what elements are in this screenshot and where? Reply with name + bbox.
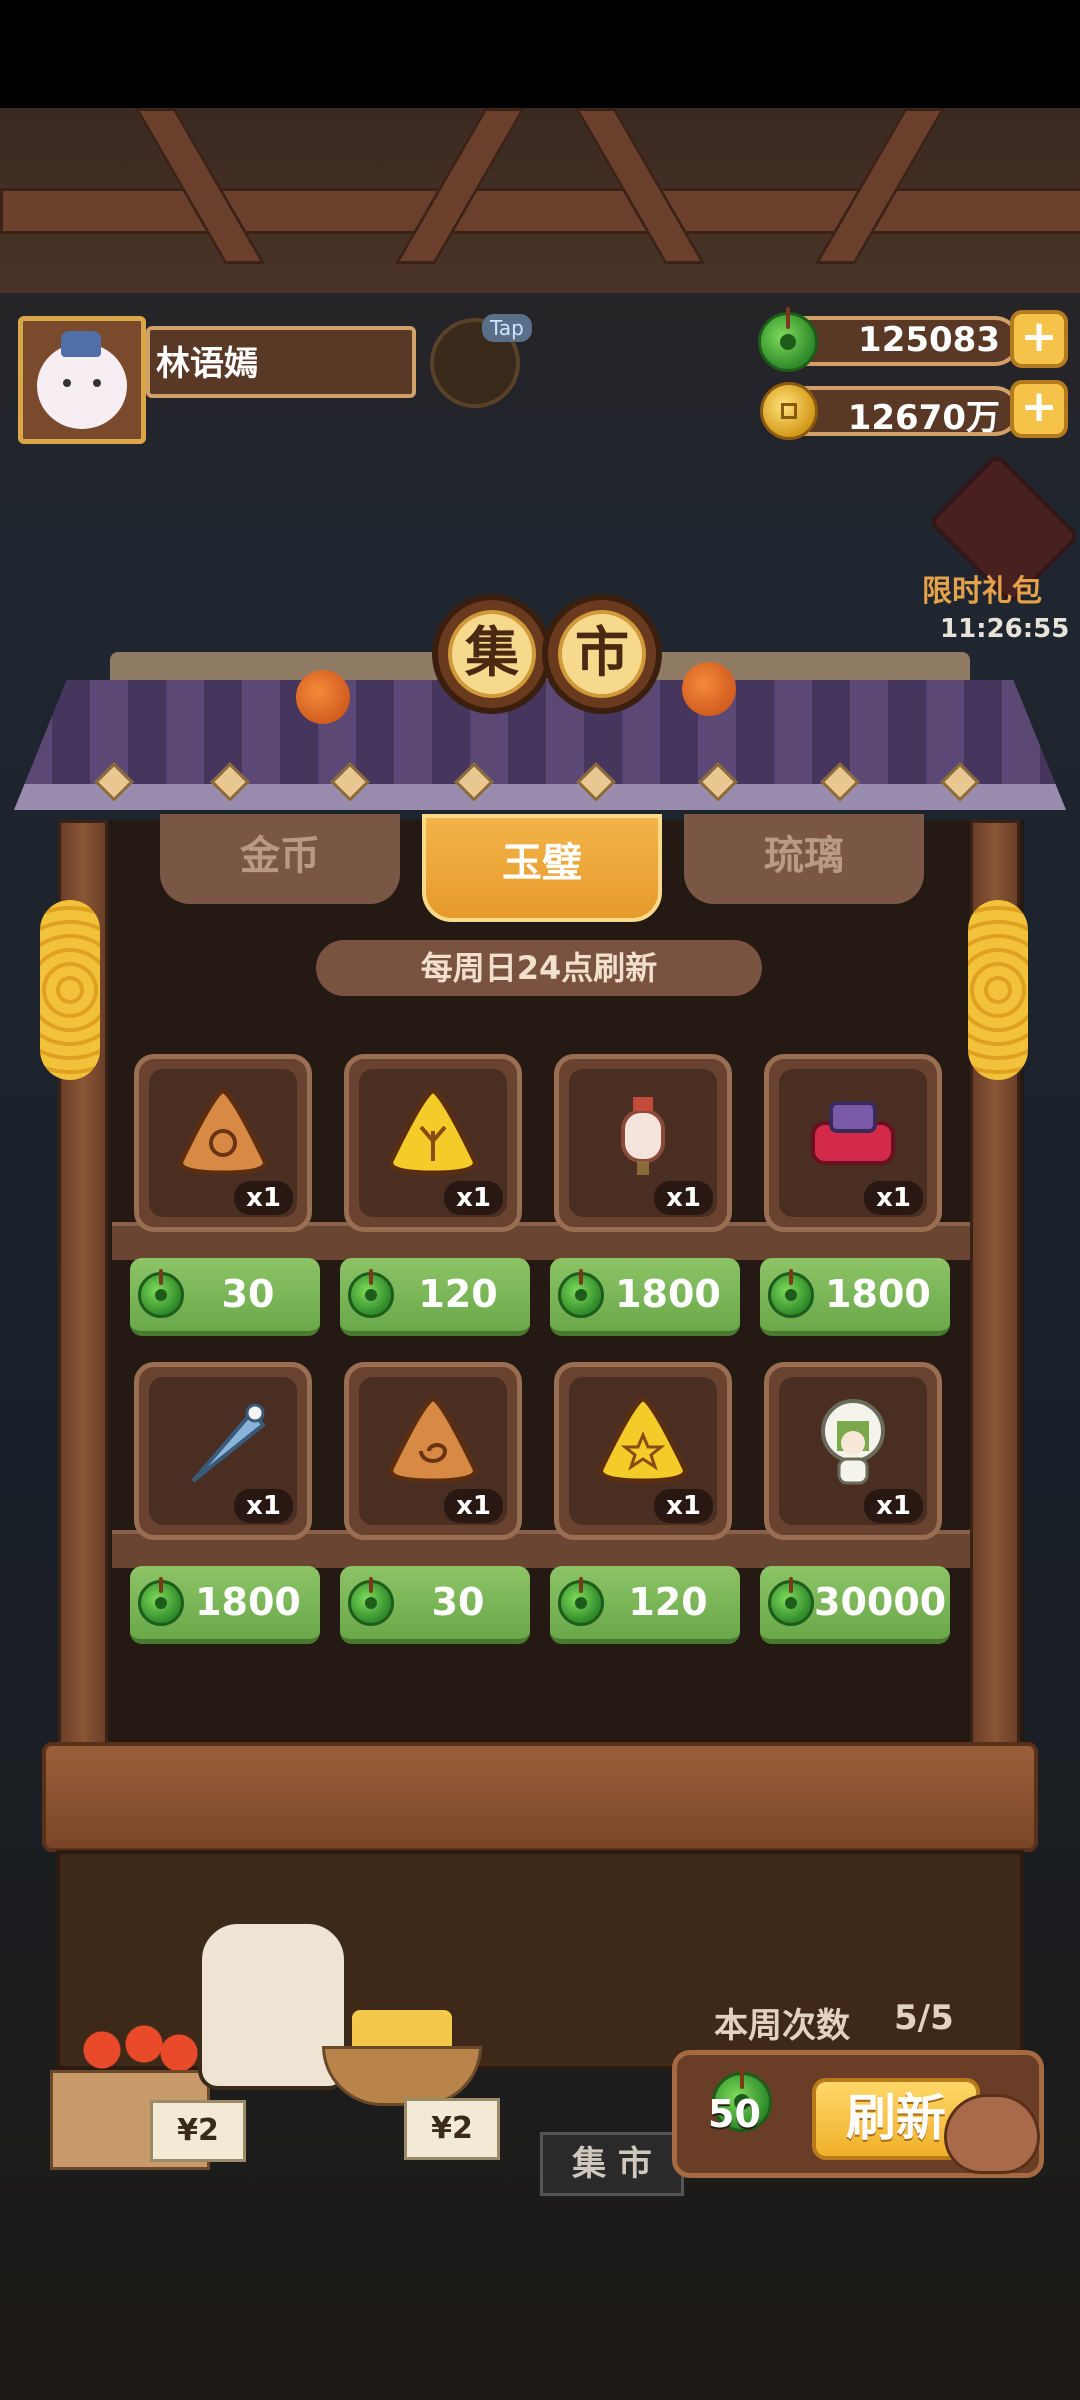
persimmon-left-icon — [296, 670, 350, 724]
jade-icon — [768, 1269, 814, 1318]
sun-triangle-cake-icon — [178, 1088, 268, 1176]
item-quantity: x1 — [444, 1181, 503, 1215]
corn-hanging-right-icon — [968, 900, 1028, 1080]
buy-button[interactable]: 120 — [340, 1258, 530, 1336]
item-quantity: x1 — [864, 1181, 923, 1215]
jade-icon — [558, 1577, 604, 1626]
buy-button[interactable]: 30 — [130, 1258, 320, 1336]
roof-beam — [0, 108, 1080, 293]
shop-item-slot[interactable]: x1 — [344, 1054, 522, 1232]
paper-fan-icon — [191, 1403, 266, 1483]
shop-item-slot[interactable]: x1 — [134, 1054, 312, 1232]
coin-icon — [760, 382, 818, 440]
player-name: 林语嫣 — [156, 344, 258, 384]
price-value: 1800 — [825, 1272, 931, 1316]
limited-pack-label: 限时礼包 — [922, 574, 1042, 609]
buy-button[interactable]: 30 — [340, 1566, 530, 1644]
jade-icon — [768, 1577, 814, 1626]
price-tag-left: ¥2 — [150, 2100, 246, 2162]
price-value: 30 — [221, 1272, 275, 1316]
refresh-cost: 50 — [708, 2092, 761, 2136]
tab-jade[interactable]: 玉璧 — [422, 814, 662, 922]
buy-button[interactable]: 1800 — [550, 1258, 740, 1336]
price-value: 1800 — [195, 1580, 301, 1624]
stall-roof — [14, 680, 1066, 810]
cat-mascot-icon — [944, 2094, 1040, 2174]
weekly-count-value: 5/5 — [894, 1998, 954, 2038]
price-value: 30000 — [814, 1580, 947, 1624]
item-quantity: x1 — [234, 1489, 293, 1523]
shop-item-slot[interactable]: x1 — [344, 1362, 522, 1540]
price-value: 120 — [628, 1580, 708, 1624]
market-sign: 集 市 — [540, 2132, 684, 2196]
price-value: 30 — [431, 1580, 485, 1624]
tap-label: Tap — [482, 314, 532, 342]
buy-button[interactable]: 1800 — [130, 1566, 320, 1644]
tab-gold-coins[interactable]: 金币 — [160, 814, 400, 904]
buy-button[interactable]: 120 — [550, 1566, 740, 1644]
corn-hanging-left-icon — [40, 900, 100, 1080]
coin-amount: 12670万 — [847, 398, 1000, 438]
jade-icon — [558, 1269, 604, 1318]
weekly-count-label: 本周次数 — [714, 2006, 850, 2046]
red-stamp-box-icon — [811, 1101, 895, 1165]
market-title-char-2: 市 — [542, 594, 662, 714]
limited-pack-timer: 11:26:55 — [940, 614, 1070, 644]
green-hair-doll-icon — [821, 1399, 885, 1485]
item-quantity: x1 — [864, 1489, 923, 1523]
shop-item-slot[interactable]: x1 — [554, 1054, 732, 1232]
player-avatar[interactable] — [18, 316, 146, 444]
antler-triangle-cake-icon — [388, 1088, 478, 1176]
tofu-basket-icon — [312, 2000, 492, 2110]
lantern-icon — [621, 1097, 665, 1175]
item-quantity: x1 — [654, 1181, 713, 1215]
item-quantity: x1 — [444, 1489, 503, 1523]
jade-amount: 125083 — [858, 320, 1000, 360]
item-quantity: x1 — [654, 1489, 713, 1523]
shop-item-slot[interactable]: x1 — [134, 1362, 312, 1540]
price-value: 1800 — [615, 1272, 721, 1316]
jade-icon — [758, 307, 818, 372]
refresh-notice: 每周日24点刷新 — [316, 940, 762, 996]
shop-item-slot[interactable]: x1 — [764, 1054, 942, 1232]
persimmon-right-icon — [682, 662, 736, 716]
buy-button[interactable]: 30000 — [760, 1566, 950, 1644]
spiral-triangle-cake-icon — [388, 1396, 478, 1484]
tab-glass[interactable]: 琉璃 — [684, 814, 924, 904]
add-coins-button[interactable]: + — [1010, 380, 1068, 438]
status-bar — [0, 0, 1080, 108]
jade-icon — [138, 1577, 184, 1626]
price-tag-right: ¥2 — [404, 2098, 500, 2160]
add-jade-button[interactable]: + — [1010, 310, 1068, 368]
market-title-char-1: 集 — [432, 594, 552, 714]
price-value: 120 — [418, 1272, 498, 1316]
stall-counter — [42, 1742, 1038, 1852]
jade-icon — [348, 1269, 394, 1318]
star-triangle-cake-icon — [598, 1396, 688, 1484]
item-quantity: x1 — [234, 1181, 293, 1215]
shop-item-slot[interactable]: x1 — [554, 1362, 732, 1540]
jade-icon — [138, 1269, 184, 1318]
buy-button[interactable]: 1800 — [760, 1258, 950, 1336]
jade-icon — [348, 1577, 394, 1626]
shop-item-slot[interactable]: x1 — [764, 1362, 942, 1540]
